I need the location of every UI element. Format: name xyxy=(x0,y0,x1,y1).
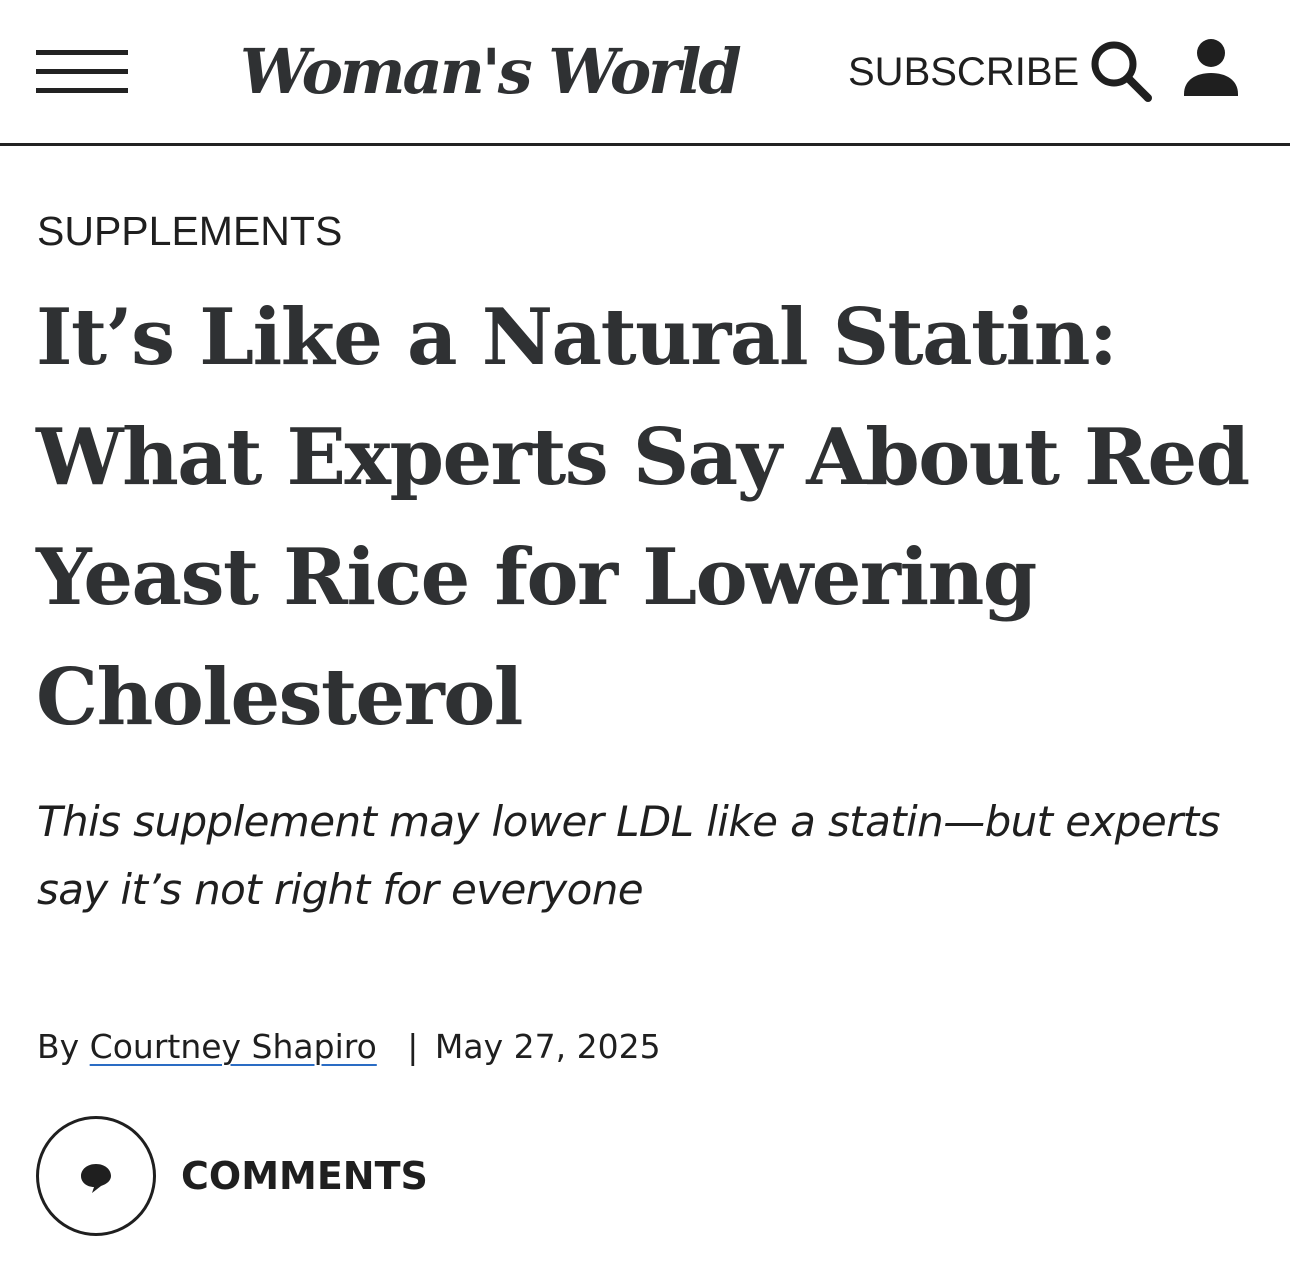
search-icon[interactable] xyxy=(1088,38,1154,104)
byline: By Courtney Shapiro | May 27, 2025 xyxy=(37,1022,661,1072)
comments-label[interactable]: COMMENTS xyxy=(181,1150,428,1202)
menu-bar xyxy=(36,69,128,74)
category-label[interactable]: SUPPLEMENTS xyxy=(37,206,342,256)
site-logo[interactable]: Woman's World xyxy=(240,30,742,114)
speech-bubble-icon xyxy=(81,1164,111,1193)
hamburger-menu-icon[interactable] xyxy=(36,50,128,94)
article-headline: It’s Like a Natural Statin: What Experts… xyxy=(36,292,1250,743)
comments-button[interactable] xyxy=(36,1116,156,1236)
byline-prefix: By xyxy=(37,1027,80,1066)
site-header: Woman's World SUBSCRIBE xyxy=(0,0,1290,146)
publish-date: May 27, 2025 xyxy=(434,1027,661,1066)
user-account-icon[interactable] xyxy=(1180,38,1242,100)
article-subheadline: This supplement may lower LDL like a sta… xyxy=(37,797,1221,914)
author-link[interactable]: Courtney Shapiro xyxy=(90,1027,377,1066)
menu-bar xyxy=(36,88,128,93)
subscribe-link[interactable]: SUBSCRIBE xyxy=(848,48,1079,96)
menu-bar xyxy=(36,50,128,55)
byline-separator: | xyxy=(407,1027,419,1066)
